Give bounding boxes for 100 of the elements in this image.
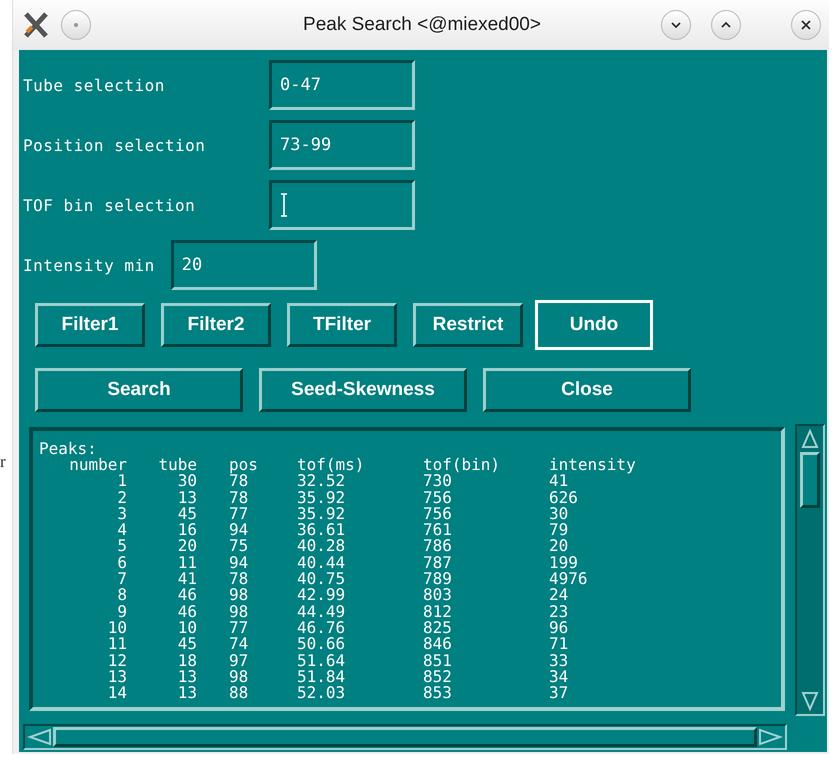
- table-cell-text: 51.64: [297, 652, 346, 669]
- field-label: Position selection: [23, 136, 206, 154]
- dot-icon: [73, 22, 79, 28]
- scroll-right-icon[interactable]: [757, 728, 783, 746]
- maximize-button[interactable]: [711, 10, 741, 40]
- table-cell-text: 11: [176, 554, 197, 572]
- action-button[interactable]: Close: [483, 368, 691, 412]
- filter-button[interactable]: Filter2: [161, 303, 271, 347]
- table-cell-text: 50.66: [297, 636, 346, 653]
- background-text: r: [0, 452, 6, 472]
- table-cell-text: 846: [423, 636, 453, 653]
- table-cell-text: 14: [106, 685, 127, 702]
- table-cell-text: 853: [423, 685, 453, 702]
- input-field[interactable]: 20: [170, 240, 317, 290]
- filter-button[interactable]: Filter1: [35, 303, 145, 347]
- table-cell-text: 626: [549, 490, 579, 506]
- table-cell-text: 52.03: [297, 685, 346, 702]
- table-cell-text: 4: [116, 522, 127, 538]
- table-cell-text: 10: [176, 620, 197, 636]
- table-cell-text: 96: [549, 620, 570, 636]
- column-header: tube: [157, 457, 197, 474]
- filter-button[interactable]: TFilter: [287, 303, 397, 347]
- table-cell-text: 11: [106, 636, 127, 653]
- close-button[interactable]: [791, 10, 821, 40]
- table-cell-text: 18: [176, 652, 197, 669]
- table-cell-text: 40.75: [297, 571, 346, 588]
- table-cell-text: 37: [549, 685, 570, 702]
- table-cell-text: 756: [423, 506, 453, 522]
- table-cell-text: 35.92: [297, 490, 346, 506]
- chevron-down-icon: [670, 21, 682, 29]
- table-cell-text: 36.61: [297, 522, 346, 538]
- table-cell-text: 20: [176, 538, 197, 555]
- table-cell-text: 13: [106, 668, 127, 686]
- table-cell-text: 5: [116, 538, 127, 555]
- table-cell-text: 2: [116, 490, 127, 506]
- table-cell-text: 199: [549, 554, 579, 572]
- table-cell-text: 756: [423, 490, 453, 506]
- column-header: tof(bin): [423, 457, 502, 474]
- input-field[interactable]: 0-47: [269, 60, 415, 110]
- input-field[interactable]: [269, 180, 415, 230]
- filter-button[interactable]: Restrict: [413, 303, 523, 347]
- table-cell-text: 13: [176, 668, 197, 686]
- table-cell-text: 79: [549, 522, 570, 538]
- table-cell-text: 851: [423, 652, 453, 669]
- table-cell-text: 803: [423, 587, 453, 604]
- action-button[interactable]: Search: [35, 368, 243, 412]
- scroll-thumb[interactable]: [53, 727, 757, 747]
- table-cell-text: 94: [228, 554, 250, 572]
- table-cell-text: 23: [549, 604, 570, 620]
- table-cell-text: 40.28: [297, 538, 346, 555]
- table-cell-text: 787: [423, 554, 453, 572]
- table-cell-text: 74: [228, 636, 250, 653]
- field-label: Intensity min: [23, 256, 155, 274]
- table-cell-text: 3: [116, 506, 127, 522]
- table-cell-text: 786: [423, 538, 453, 555]
- field-label: Tube selection: [23, 76, 166, 94]
- table-cell-text: 8: [116, 587, 127, 604]
- table-cell-text: 9: [116, 604, 127, 620]
- filter-button[interactable]: Undo: [535, 300, 653, 350]
- table-cell-text: 45: [176, 506, 197, 522]
- scroll-left-icon[interactable]: [27, 728, 53, 746]
- table-cell-text: 94: [228, 522, 250, 538]
- table-cell-text: 51.84: [297, 668, 346, 686]
- table-cell-text: 30: [176, 473, 197, 490]
- table-cell-text: 730: [423, 473, 452, 490]
- input-field[interactable]: 73-99: [269, 120, 415, 170]
- column-header: intensity: [549, 457, 637, 474]
- scroll-down-icon[interactable]: [800, 690, 820, 712]
- window-title: Peak Search <@miexed00>: [303, 14, 541, 36]
- table-cell-text: 75: [228, 538, 250, 555]
- table-cell-text: 33: [549, 652, 570, 669]
- scroll-thumb[interactable]: [800, 452, 820, 508]
- table-cell-text: 98: [228, 587, 250, 604]
- table-cell-text: 34: [549, 668, 570, 686]
- peaks-heading: Peaks:: [39, 441, 97, 457]
- table-cell-text: 46: [176, 604, 197, 620]
- table-cell-text: 77: [228, 506, 250, 522]
- table-cell-text: 41: [549, 473, 568, 490]
- table-cell-text: 30: [549, 506, 570, 522]
- table-cell-text: 13: [176, 490, 197, 506]
- table-cell-text: 71: [549, 636, 570, 653]
- column-header: tof(ms): [297, 457, 366, 474]
- close-icon: [800, 19, 812, 31]
- table-cell-text: 45: [176, 636, 197, 653]
- action-button[interactable]: Seed-Skewness: [259, 368, 467, 412]
- column-header: number: [68, 457, 127, 474]
- table-cell-text: 1: [116, 473, 127, 490]
- table-cell-text: 46: [176, 587, 197, 604]
- table-cell-text: 78: [228, 473, 248, 490]
- table-cell-text: 98: [228, 668, 250, 686]
- table-cell-text: 812: [423, 604, 453, 620]
- table-cell-text: 78: [228, 490, 250, 506]
- table-cell-text: 32.52: [297, 473, 346, 490]
- table-cell-text: 10: [106, 620, 127, 636]
- horizontal-scrollbar[interactable]: [23, 724, 787, 750]
- scroll-up-icon[interactable]: [800, 428, 820, 450]
- vertical-scrollbar[interactable]: [795, 424, 825, 716]
- minimize-button[interactable]: [661, 10, 691, 40]
- table-cell-text: 761: [423, 522, 453, 538]
- table-cell-text: 825: [423, 620, 453, 636]
